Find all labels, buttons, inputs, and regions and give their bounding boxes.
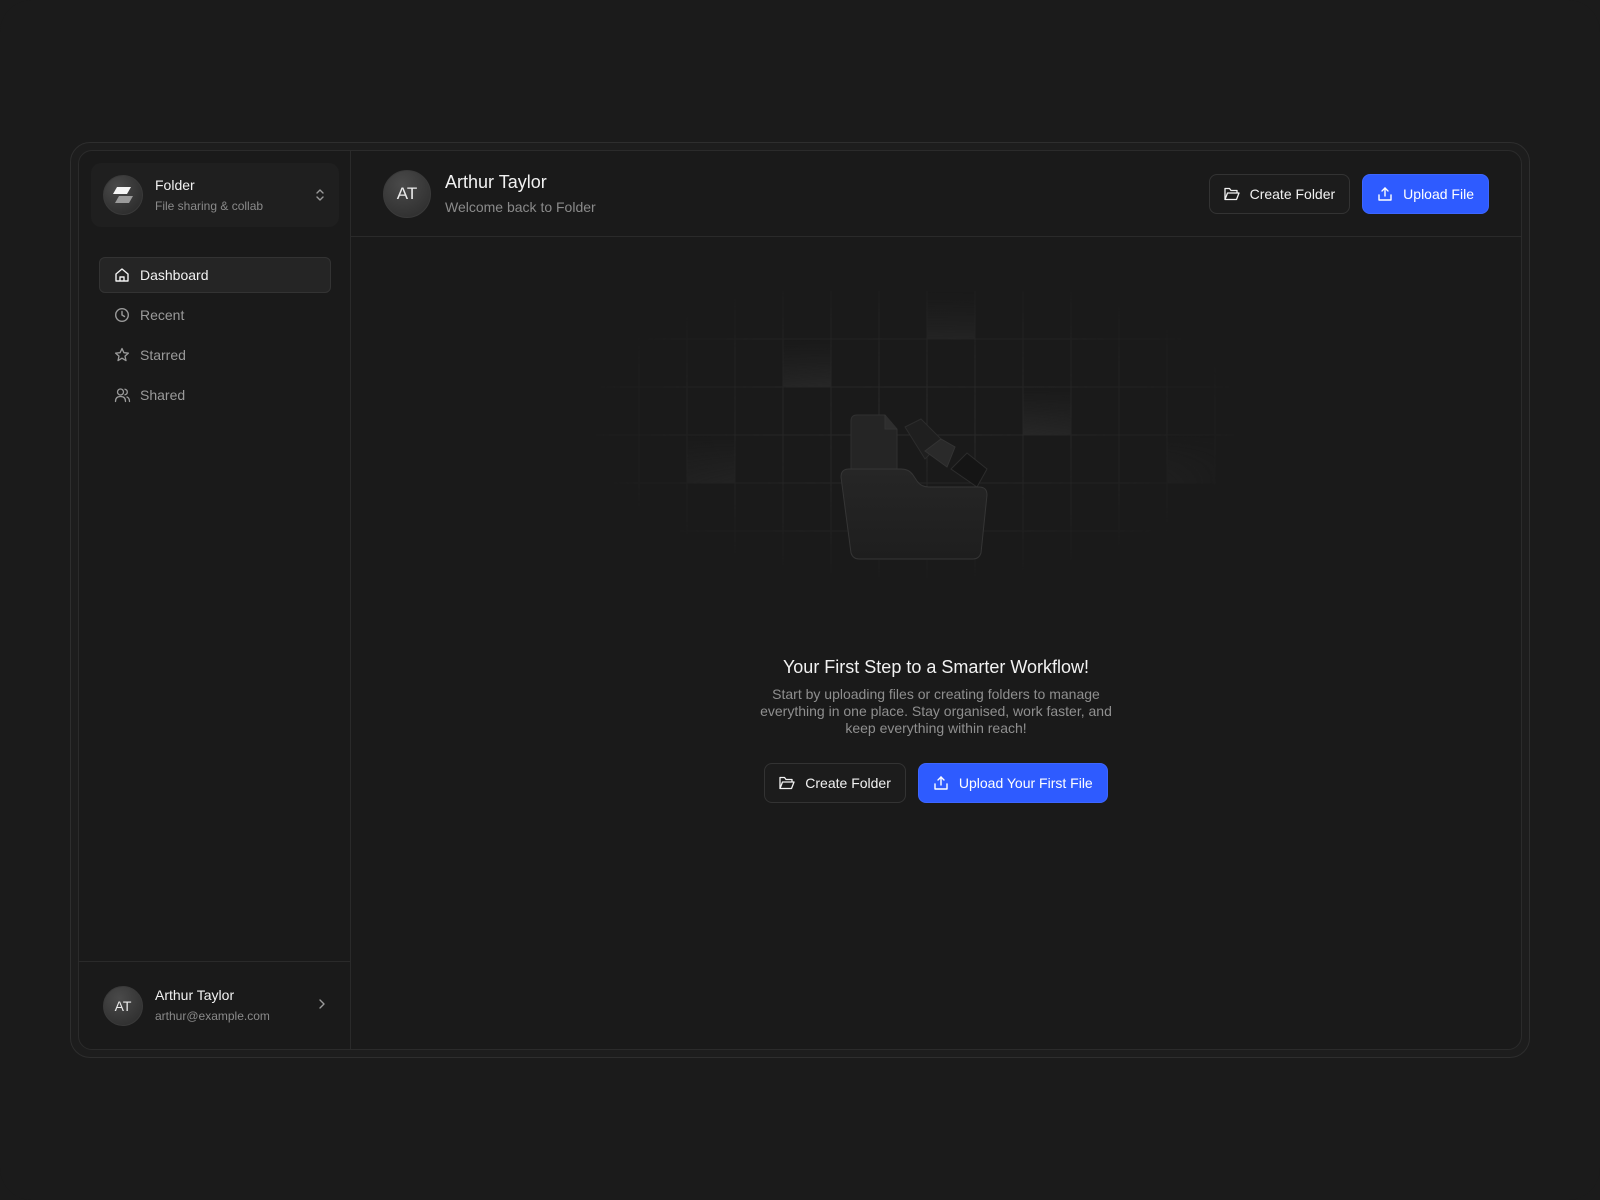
folder-illustration-icon bbox=[840, 414, 988, 560]
user-email: arthur@example.com bbox=[155, 1009, 270, 1023]
users-icon bbox=[113, 386, 131, 404]
screen: Folder File sharing & collab Dashboard R… bbox=[0, 0, 1600, 1200]
sidebar-item-label: Shared bbox=[140, 387, 186, 403]
app-frame: Folder File sharing & collab Dashboard R… bbox=[70, 142, 1530, 1058]
empty-create-folder-button[interactable]: Create Folder bbox=[764, 763, 906, 803]
folder-logo-icon bbox=[103, 175, 143, 215]
user-profile-menu[interactable]: AT Arthur Taylor arthur@example.com bbox=[79, 961, 350, 1049]
upload-first-file-label: Upload Your First File bbox=[958, 775, 1093, 791]
folder-open-icon bbox=[779, 775, 795, 791]
empty-state: Your First Step to a Smarter Workflow! S… bbox=[351, 151, 1521, 1049]
avatar: AT bbox=[103, 985, 143, 1026]
sidebar-item-label: Dashboard bbox=[140, 267, 209, 283]
sidebar-item-dashboard[interactable]: Dashboard bbox=[99, 257, 331, 293]
chevron-right-icon bbox=[318, 997, 326, 1015]
upload-first-file-button[interactable]: Upload Your First File bbox=[917, 763, 1108, 803]
sidebar-item-starred[interactable]: Starred bbox=[99, 337, 331, 373]
sidebar-item-label: Recent bbox=[140, 307, 185, 323]
grid-illustration bbox=[595, 291, 1235, 591]
clock-icon bbox=[113, 306, 131, 324]
workspace-subtitle: File sharing & collab bbox=[155, 198, 264, 213]
sidebar: Folder File sharing & collab Dashboard R… bbox=[79, 151, 351, 1049]
app-window: Folder File sharing & collab Dashboard R… bbox=[78, 150, 1522, 1050]
upload-icon bbox=[933, 775, 949, 791]
workspace-switcher[interactable]: Folder File sharing & collab bbox=[91, 163, 339, 227]
chevron-up-down-icon bbox=[313, 186, 327, 204]
create-folder-label: Create Folder bbox=[805, 775, 891, 791]
workspace-name: Folder bbox=[155, 176, 195, 193]
user-name: Arthur Taylor bbox=[155, 987, 235, 1003]
star-icon bbox=[113, 346, 131, 364]
sidebar-item-shared[interactable]: Shared bbox=[99, 377, 331, 413]
empty-state-title: Your First Step to a Smarter Workflow! bbox=[782, 657, 1090, 677]
sidebar-nav: Dashboard Recent Starred Shared bbox=[99, 257, 331, 417]
home-icon bbox=[113, 266, 131, 284]
sidebar-item-label: Starred bbox=[140, 347, 186, 363]
sidebar-item-recent[interactable]: Recent bbox=[99, 297, 331, 333]
empty-state-description: Start by uploading files or creating fol… bbox=[760, 686, 1112, 736]
main-content: AT Arthur Taylor Welcome back to Folder bbox=[351, 151, 1521, 1049]
